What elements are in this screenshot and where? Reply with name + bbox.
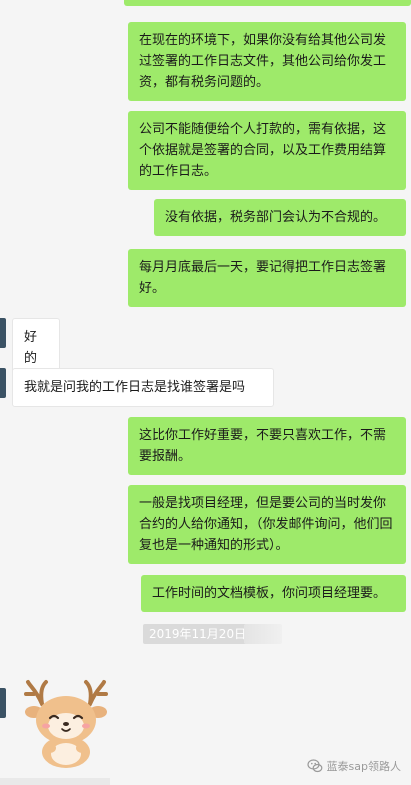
message-bubble-outgoing[interactable]: 这比你工作好重要，不要只喜欢工作，不需要报酬。 [128, 417, 406, 475]
message-bubble-outgoing[interactable]: 每月月底最后一天，要记得把工作日志签署好。 [128, 249, 406, 307]
previous-message-bubble [124, 0, 411, 6]
message-bubble-outgoing[interactable]: 在现在的环境下，如果你没有给其他公司发过签署的工作日志文件，其他公司给你发工资，… [128, 22, 406, 101]
message-bubble-outgoing[interactable]: 没有依据，税务部门会认为不合规的。 [154, 199, 406, 236]
watermark: 蓝泰sap领路人 [306, 758, 401, 774]
contact-avatar[interactable] [0, 368, 6, 398]
contact-avatar[interactable] [0, 318, 6, 348]
message-bubble-incoming[interactable]: 我就是问我的工作日志是找谁签署是吗 [12, 368, 274, 407]
watermark-text: 蓝泰sap领路人 [326, 760, 401, 773]
message-bubble-outgoing[interactable]: 一般是找项目经理，但是要公司的当时发你合约的人给你通知，（你发邮件询问，他们回复… [128, 485, 406, 564]
contact-avatar[interactable] [0, 688, 6, 718]
message-bubble-outgoing[interactable]: 工作时间的文档模板，你问项目经理要。 [141, 575, 406, 612]
message-bubble-outgoing[interactable]: 公司不能随便给个人打款的，需有依据，这个依据就是签署的合同，以及工作费用结算的工… [128, 111, 406, 190]
timestamp-blur [244, 624, 282, 644]
cartoon-deer-sticker-icon[interactable] [20, 676, 112, 768]
message-timestamp: 2019年11月20日 [143, 624, 253, 644]
bottom-divider [0, 778, 110, 785]
wechat-logo-icon [306, 759, 322, 773]
